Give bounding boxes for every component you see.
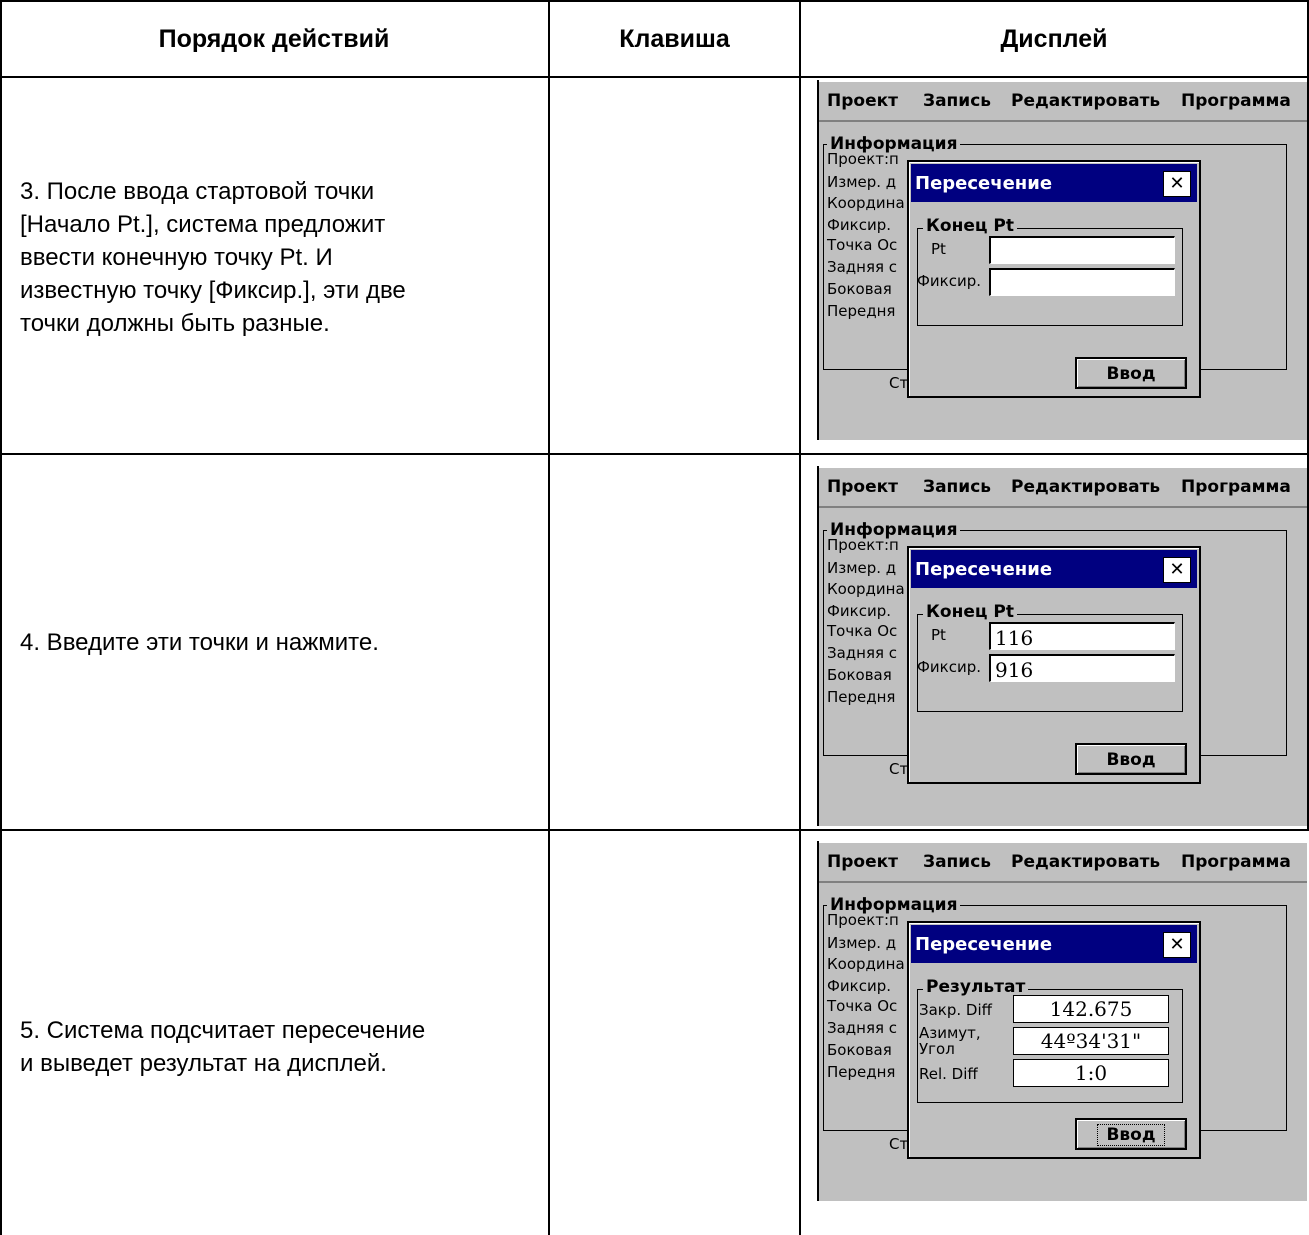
result-value: 142.675 xyxy=(1013,995,1169,1023)
step-5-text: 5. Система подсчитает пересечение и выве… xyxy=(20,1017,426,1077)
pt-input[interactable] xyxy=(989,236,1175,264)
result-label: Азимут, Угол xyxy=(919,1024,981,1058)
intersection-dialog: Пересечение ✕ Результат Закр. Diff 142.6… xyxy=(907,921,1201,1159)
fix-label: Фиксир. xyxy=(917,272,982,290)
device-screen-step3: Проект Запись Редактировать Программа Ин… xyxy=(817,80,1307,440)
menu-program[interactable]: Программа xyxy=(1181,477,1291,497)
enter-button[interactable]: Ввод xyxy=(1075,743,1187,775)
pt-input[interactable]: 116 xyxy=(989,622,1175,650)
intersection-dialog: Пересечение ✕ Конец Pt Pt Фиксир. Ввод xyxy=(907,160,1201,398)
header-key: Клавиша xyxy=(619,24,730,53)
instruction-table: Порядок действий Клавиша Дисплей 3. Посл… xyxy=(0,0,1309,1235)
dialog-title: Пересечение xyxy=(915,559,1053,580)
menu-bar: Проект Запись Редактировать Программа xyxy=(819,80,1307,122)
close-icon[interactable]: ✕ xyxy=(1163,557,1191,583)
step-4-text: 4. Введите эти точки и нажмите. xyxy=(20,629,379,656)
dialog-title-bar: Пересечение ✕ xyxy=(911,550,1197,588)
menu-edit[interactable]: Редактировать xyxy=(1011,477,1160,497)
step-3-text: 3. После ввода стартовой точки [Начало P… xyxy=(20,178,406,337)
fix-label: Фиксир. xyxy=(917,658,982,676)
menu-edit[interactable]: Редактировать xyxy=(1011,852,1160,872)
pt-label: Pt xyxy=(931,626,946,644)
dialog-title-bar: Пересечение ✕ xyxy=(911,925,1197,963)
enter-button[interactable]: Ввод xyxy=(1075,357,1187,389)
menu-project[interactable]: Проект xyxy=(827,852,898,872)
dialog-title-bar: Пересечение ✕ xyxy=(911,164,1197,202)
result-value: 1:0 xyxy=(1013,1059,1169,1087)
menu-record[interactable]: Запись xyxy=(923,91,991,111)
header-display: Дисплей xyxy=(1000,24,1108,53)
menu-bar: Проект Запись Редактировать Программа xyxy=(819,466,1307,508)
fix-input[interactable] xyxy=(989,268,1175,296)
header-steps: Порядок действий xyxy=(158,24,390,53)
menu-project[interactable]: Проект xyxy=(827,91,898,111)
close-icon[interactable]: ✕ xyxy=(1163,932,1191,958)
device-screen-step5: Проект Запись Редактировать Программа Ин… xyxy=(817,841,1307,1201)
enter-button[interactable]: Ввод xyxy=(1075,1118,1187,1150)
device-screen-step4: Проект Запись Редактировать Программа Ин… xyxy=(817,466,1307,826)
pt-label: Pt xyxy=(931,240,946,258)
menu-record[interactable]: Запись xyxy=(923,852,991,872)
intersection-dialog: Пересечение ✕ Конец Pt Pt Фиксир. 116 91… xyxy=(907,546,1201,784)
dialog-title: Пересечение xyxy=(915,934,1053,955)
end-point-group-title: Конец Pt xyxy=(923,602,1017,622)
menu-program[interactable]: Программа xyxy=(1181,91,1291,111)
fix-input[interactable]: 916 xyxy=(989,654,1175,682)
result-label: Закр. Diff xyxy=(919,1001,992,1019)
result-value: 44º34'31" xyxy=(1013,1027,1169,1055)
menu-edit[interactable]: Редактировать xyxy=(1011,91,1160,111)
end-point-group-title: Конец Pt xyxy=(923,216,1017,236)
menu-bar: Проект Запись Редактировать Программа xyxy=(819,841,1307,883)
result-group-title: Результат xyxy=(923,977,1029,997)
menu-project[interactable]: Проект xyxy=(827,477,898,497)
menu-record[interactable]: Запись xyxy=(923,477,991,497)
menu-program[interactable]: Программа xyxy=(1181,852,1291,872)
result-label: Rel. Diff xyxy=(919,1065,978,1083)
dialog-title: Пересечение xyxy=(915,173,1053,194)
close-icon[interactable]: ✕ xyxy=(1163,171,1191,197)
